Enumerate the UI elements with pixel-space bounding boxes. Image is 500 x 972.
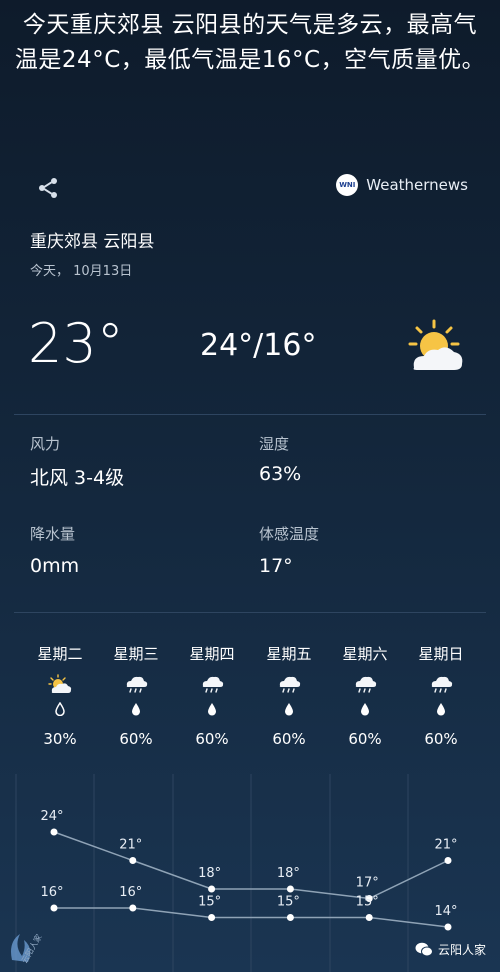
high-temp-label: 21° <box>119 838 142 853</box>
humidity-value: 63% <box>259 463 302 485</box>
day-name: 星期日 <box>418 645 464 663</box>
low-temp-label: 15° <box>198 895 221 910</box>
high-temp-label: 18° <box>277 866 300 881</box>
divider <box>14 612 486 613</box>
forecast-day[interactable]: 星期三 60% <box>98 642 174 748</box>
forecast-day[interactable]: 星期日 60% <box>403 642 479 748</box>
precipitation-probability: 60% <box>348 730 382 748</box>
raindrop-icon <box>437 703 445 716</box>
weathernews-brand[interactable]: WNI Weathernews <box>336 174 468 196</box>
low-temp-label: 14° <box>434 904 457 919</box>
low-temp-label: 16° <box>40 885 63 900</box>
raindrop-icon <box>285 703 293 716</box>
day-name: 星期二 <box>37 645 83 663</box>
high-temp-point <box>208 885 216 893</box>
location-name: 重庆郊县 云阳县 <box>30 232 155 252</box>
day-name: 星期四 <box>189 645 235 663</box>
rain-cloud-icon <box>431 676 453 693</box>
wind-label: 风力 <box>30 435 61 453</box>
precipitation-probability: 60% <box>195 730 229 748</box>
high-temp-point <box>129 857 137 864</box>
low-temp-label: 16° <box>119 885 142 900</box>
precipitation-probability: 60% <box>119 730 153 748</box>
high-temp-label: 17° <box>356 876 379 891</box>
low-temp-point <box>129 904 137 912</box>
low-temp-label: 15° <box>356 895 379 910</box>
precipitation-label: 降水量 <box>30 525 76 543</box>
raindrop-icon <box>132 703 140 716</box>
wind-value: 北风 3-4级 <box>30 467 125 489</box>
high-temp-label: 21° <box>434 838 457 853</box>
yunyang-renjia-watermark-logo: 云阳人家 <box>11 932 44 965</box>
footer-brand-name: 云阳人家 <box>437 943 486 957</box>
weathernews-logo-icon: WNI <box>336 174 359 196</box>
precipitation-probability: 30% <box>43 730 77 748</box>
low-temp-point <box>365 914 373 921</box>
footer-brand: 云阳人家 <box>415 941 486 958</box>
raindrop-icon <box>361 703 369 716</box>
raindrop-icon <box>208 703 216 716</box>
current-temperature: 23° <box>28 312 124 375</box>
weather-summary-headline: 今天重庆郊县 云阳县的天气是多云，最高气温是24°C，最低气温是16°C，空气质… <box>14 12 486 73</box>
high-temp-label: 24° <box>40 809 63 824</box>
high-temp-point <box>50 828 58 836</box>
forecast-day[interactable]: 星期六 60% <box>327 642 403 748</box>
day-name: 星期五 <box>266 645 312 663</box>
rain-cloud-icon <box>202 676 224 693</box>
precipitation-value: 0mm <box>30 555 80 577</box>
forecast-day[interactable]: 星期五 60% <box>251 642 327 748</box>
rain-cloud-icon <box>279 676 301 693</box>
forecast-day[interactable]: 星期二 30% <box>22 642 98 748</box>
day-name: 星期三 <box>113 645 159 663</box>
current-date: 今天， 10月13日 <box>30 264 133 279</box>
high-temp-point <box>286 885 294 893</box>
brand-name: Weathernews <box>366 176 468 194</box>
high-temp-point <box>444 857 452 864</box>
share-icon[interactable] <box>36 176 60 200</box>
forecast-day[interactable]: 星期四 60% <box>174 642 250 748</box>
low-temp-point <box>208 914 216 921</box>
wechat-icon <box>415 942 433 957</box>
rain-cloud-icon <box>126 676 148 693</box>
low-temp-point <box>50 904 58 912</box>
temperature-range: 24°/16° <box>200 328 317 363</box>
feels-like-value: 17° <box>259 555 293 577</box>
low-temp-label: 15° <box>277 895 300 910</box>
partly-cloudy-icon <box>48 674 72 693</box>
partly-cloudy-icon <box>408 319 463 370</box>
low-temp-point <box>444 923 452 931</box>
divider <box>14 414 486 415</box>
feels-like-label: 体感温度 <box>259 525 320 543</box>
precipitation-probability: 60% <box>424 730 458 748</box>
raindrop-icon <box>55 702 65 716</box>
day-name: 星期六 <box>342 645 388 663</box>
humidity-label: 湿度 <box>259 435 290 453</box>
low-temp-point <box>286 914 294 921</box>
precipitation-probability: 60% <box>272 730 306 748</box>
rain-cloud-icon <box>355 676 377 693</box>
high-temp-label: 18° <box>198 866 221 881</box>
svg-text:云阳人家: 云阳人家 <box>19 932 44 965</box>
